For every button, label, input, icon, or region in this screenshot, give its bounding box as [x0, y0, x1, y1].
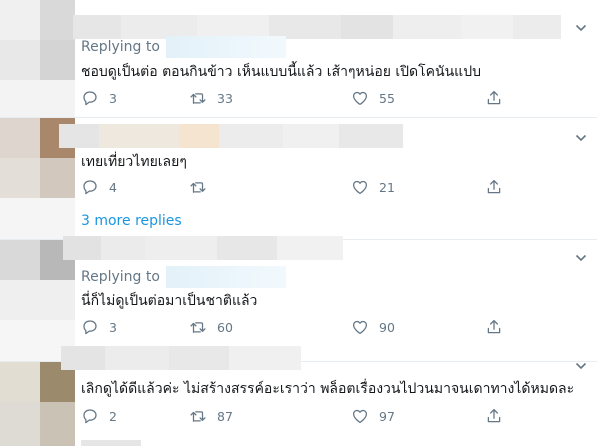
share-button[interactable]: [485, 178, 503, 196]
replying-to: Replying to: [81, 266, 286, 288]
replying-to-label: Replying to: [81, 39, 160, 55]
tweet-menu-button[interactable]: [573, 250, 589, 266]
reply-count: 2: [109, 408, 117, 424]
author-name-blurred: [61, 346, 301, 370]
reply-count: 3: [109, 319, 117, 335]
retweet-button[interactable]: 87: [189, 407, 233, 425]
tweet-text: ชอบดูเป็นต่อ ตอนกินข้าว เห็นแบบนี้แล้ว เ…: [81, 64, 481, 80]
tweet-menu-button[interactable]: [573, 358, 589, 374]
tweet-actions: 4 21: [81, 178, 521, 198]
replying-to-label: Replying to: [81, 269, 160, 285]
like-button[interactable]: 90: [351, 318, 395, 336]
reply-button[interactable]: 3: [81, 89, 117, 107]
like-count: 97: [379, 408, 395, 424]
tweet-text: นี่ก็ไม่ดูเป็นต่อมาเป็นชาติแล้ว: [81, 293, 258, 309]
tweet-menu-button[interactable]: [573, 20, 589, 36]
tweet-text: เลิกดูได้ดีแล้วค่ะ ไม่สร้างสรรค์อะเราว่า…: [81, 381, 575, 397]
reply-tweet[interactable]: Replying to ชอบดูเป็นต่อ ตอนกินข้าว เห็น…: [0, 0, 597, 118]
heart-icon: [352, 91, 368, 106]
retweet-icon: [190, 93, 206, 104]
reply-feed: Replying to ชอบดูเป็นต่อ ตอนกินข้าว เห็น…: [0, 0, 597, 446]
retweet-count: 60: [217, 319, 233, 335]
tweet-actions: 2 87 97: [81, 407, 521, 427]
chevron-down-icon: [575, 134, 587, 142]
replying-to-handle-blurred[interactable]: [165, 266, 286, 288]
chevron-down-icon: [575, 254, 587, 262]
like-button[interactable]: 55: [351, 89, 395, 107]
replying-to: Replying to: [81, 36, 286, 58]
reply-button[interactable]: 3: [81, 318, 117, 336]
share-icon: [487, 90, 501, 105]
like-button[interactable]: 97: [351, 407, 395, 425]
reply-tweet[interactable]: Replying to นี่ก็ไม่ดูเป็นต่อมาเป็นชาติแ…: [0, 236, 597, 362]
author-name-blurred: [63, 236, 343, 260]
tweet-menu-button[interactable]: [573, 130, 589, 146]
retweet-button[interactable]: 60: [189, 318, 233, 336]
replying-to-handle-blurred[interactable]: [165, 36, 286, 58]
reply-button[interactable]: 4: [81, 178, 117, 196]
chevron-down-icon: [575, 362, 587, 370]
retweet-icon: [190, 182, 206, 193]
heart-icon: [352, 409, 368, 424]
like-count: 21: [379, 179, 395, 195]
reply-tweet[interactable]: เทยเที่ยวไทยเลยๆ 4 21 3 more replies: [0, 118, 597, 240]
tweet-text: เทยเที่ยวไทยเลยๆ: [81, 154, 187, 170]
share-icon: [487, 319, 501, 334]
retweet-icon: [190, 411, 206, 422]
share-icon: [487, 408, 501, 423]
reply-tweet[interactable]: เลิกดูได้ดีแล้วค่ะ ไม่สร้างสรรค์อะเราว่า…: [0, 346, 597, 446]
share-button[interactable]: [485, 318, 503, 336]
reply-count: 4: [109, 179, 117, 195]
retweet-count: 33: [217, 90, 233, 106]
retweet-count: 87: [217, 408, 233, 424]
share-icon: [487, 179, 501, 194]
like-count: 55: [379, 90, 395, 106]
share-button[interactable]: [485, 407, 503, 425]
reply-button[interactable]: 2: [81, 407, 117, 425]
chevron-down-icon: [575, 24, 587, 32]
show-more-replies-link[interactable]: 3 more replies: [81, 213, 182, 229]
retweet-button[interactable]: 33: [189, 89, 233, 107]
reply-count: 3: [109, 90, 117, 106]
share-button[interactable]: [485, 89, 503, 107]
tweet-actions: 3 33 55: [81, 89, 521, 109]
tweet-actions: 3 60 90: [81, 318, 521, 338]
next-author-name-blurred: [81, 440, 141, 446]
retweet-button[interactable]: [189, 178, 217, 196]
like-count: 90: [379, 319, 395, 335]
like-button[interactable]: 21: [351, 178, 395, 196]
heart-icon: [352, 320, 368, 335]
retweet-icon: [190, 322, 206, 333]
reply-icon: [83, 409, 97, 424]
reply-icon: [83, 180, 97, 195]
author-name-blurred: [59, 124, 403, 148]
heart-icon: [352, 180, 368, 195]
reply-icon: [83, 91, 97, 106]
reply-icon: [83, 320, 97, 335]
